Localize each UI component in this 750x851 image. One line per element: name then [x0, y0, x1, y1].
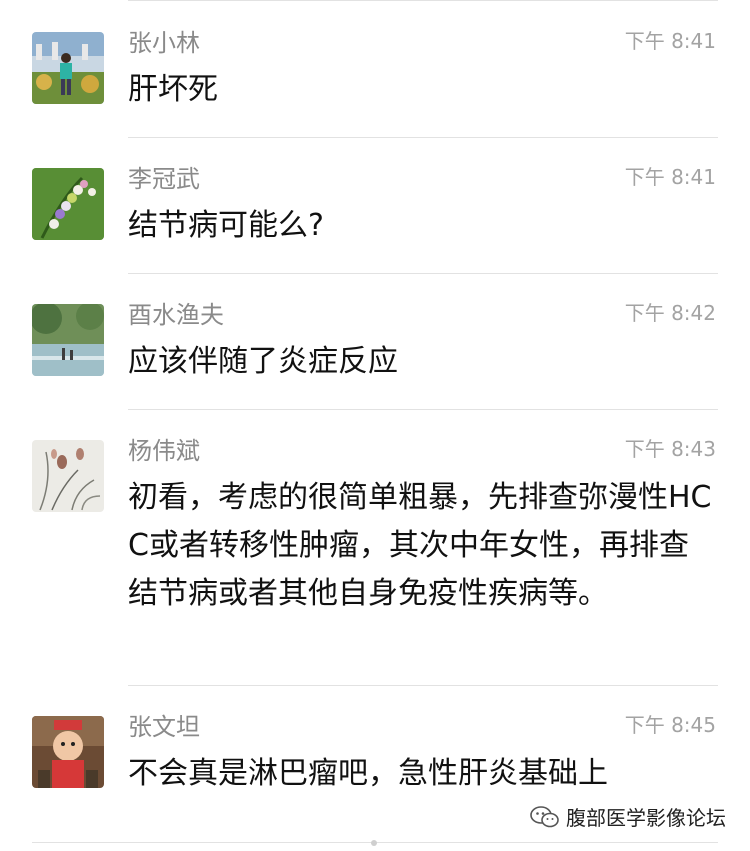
message-text: 应该伴随了炎症反应 [128, 344, 398, 379]
sender-name: 张小林 [128, 29, 200, 57]
message-text: 不会真是淋巴瘤吧，急性肝炎基础上 [128, 756, 608, 791]
avatar[interactable] [32, 32, 104, 104]
avatar[interactable] [32, 168, 104, 240]
sender-name: 李冠武 [128, 165, 200, 193]
timestamp: 下午 8:43 [624, 437, 716, 461]
avatar[interactable] [32, 716, 104, 788]
timestamp: 下午 8:45 [624, 713, 716, 737]
avatar-person-outdoors-icon [32, 32, 104, 104]
message-divider [128, 137, 718, 138]
message-divider [128, 685, 718, 686]
timestamp: 下午 8:41 [624, 165, 716, 189]
avatar[interactable] [32, 440, 104, 512]
bottom-dot [371, 840, 377, 846]
message-text: 结节病可能么? [128, 208, 324, 243]
sender-name: 张文坦 [128, 713, 200, 741]
sender-name: 酉水渔夫 [128, 301, 224, 329]
top-divider [128, 0, 718, 1]
watermark: 腹部医学影像论坛 [530, 802, 726, 831]
watermark-label: 腹部医学影像论坛 [566, 806, 726, 830]
message-divider [128, 409, 718, 410]
avatar-child-icon [32, 716, 104, 788]
avatar-flowers-icon [32, 168, 104, 240]
sender-name: 杨伟斌 [128, 437, 200, 465]
message-text: 肝坏死 [128, 72, 218, 107]
avatar[interactable] [32, 304, 104, 376]
avatar-landscape-icon [32, 304, 104, 376]
timestamp: 下午 8:41 [624, 29, 716, 53]
wechat-icon [530, 805, 559, 827]
message-text: 初看，考虑的很简单粗暴，先排查弥漫性HCC或者转移性肿瘤，其次中年女性，再排查结… [128, 480, 712, 611]
message-divider [128, 273, 718, 274]
avatar-orchid-painting-icon [32, 440, 104, 512]
timestamp: 下午 8:42 [624, 301, 716, 325]
